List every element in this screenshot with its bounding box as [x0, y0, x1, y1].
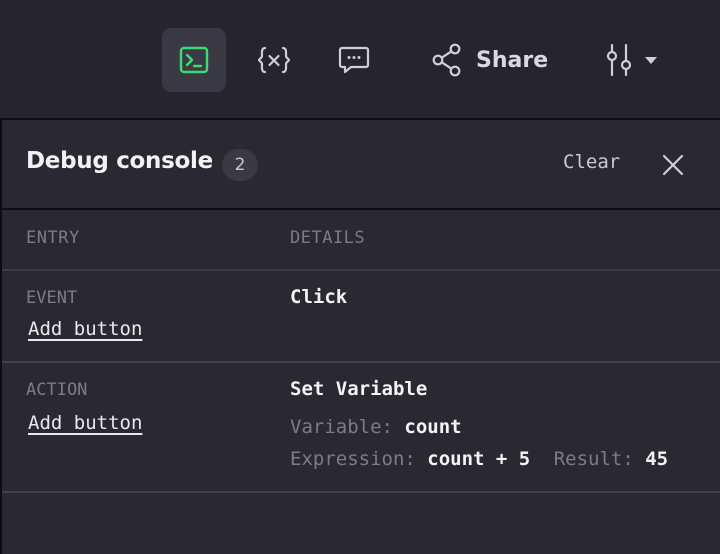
entry-source-link[interactable]: Add button [28, 412, 142, 434]
debug-console-button[interactable] [162, 28, 226, 92]
divider [2, 269, 720, 271]
close-icon [662, 154, 684, 176]
detail-title: Click [290, 286, 348, 308]
column-header-details: DETAILS [290, 228, 366, 248]
toolbar: Share [0, 0, 720, 118]
variables-button[interactable] [242, 28, 306, 92]
expression-value: count + 5 [427, 448, 531, 470]
variables-icon [257, 46, 291, 74]
column-header-entry: ENTRY [26, 228, 80, 248]
clear-button[interactable]: Clear [563, 151, 620, 173]
divider [2, 361, 720, 363]
detail-title: Set Variable [290, 378, 428, 400]
debug-console-panel: Debug console 2 Clear ENTRY DETAILS EVEN… [0, 118, 720, 554]
comment-icon [338, 46, 370, 74]
entry-kind: EVENT [26, 288, 78, 308]
caret-down-icon [645, 57, 657, 64]
variable-value: count [404, 416, 462, 438]
result-value: 45 [645, 448, 669, 470]
sliders-icon [606, 43, 632, 77]
detail-expression: Expression: count + 5 Result: 45 [290, 448, 668, 470]
share-label: Share [476, 47, 549, 73]
close-button[interactable] [658, 150, 688, 180]
terminal-icon [179, 46, 209, 74]
comments-button[interactable] [322, 28, 386, 92]
divider [2, 491, 720, 493]
share-button[interactable]: Share [432, 36, 548, 84]
panel-title: Debug console [26, 148, 213, 174]
entry-count-badge: 2 [222, 149, 258, 181]
settings-dropdown[interactable] [604, 36, 658, 84]
entry-source-link[interactable]: Add button [28, 318, 142, 340]
expression-label: Expression: [290, 448, 416, 470]
entry-kind: ACTION [26, 380, 88, 400]
share-icon [432, 43, 461, 77]
detail-variable: Variable: count [290, 416, 462, 438]
variable-label: Variable: [290, 416, 393, 438]
panel-header: Debug console 2 Clear [2, 120, 720, 210]
result-label: Result: [553, 448, 634, 470]
